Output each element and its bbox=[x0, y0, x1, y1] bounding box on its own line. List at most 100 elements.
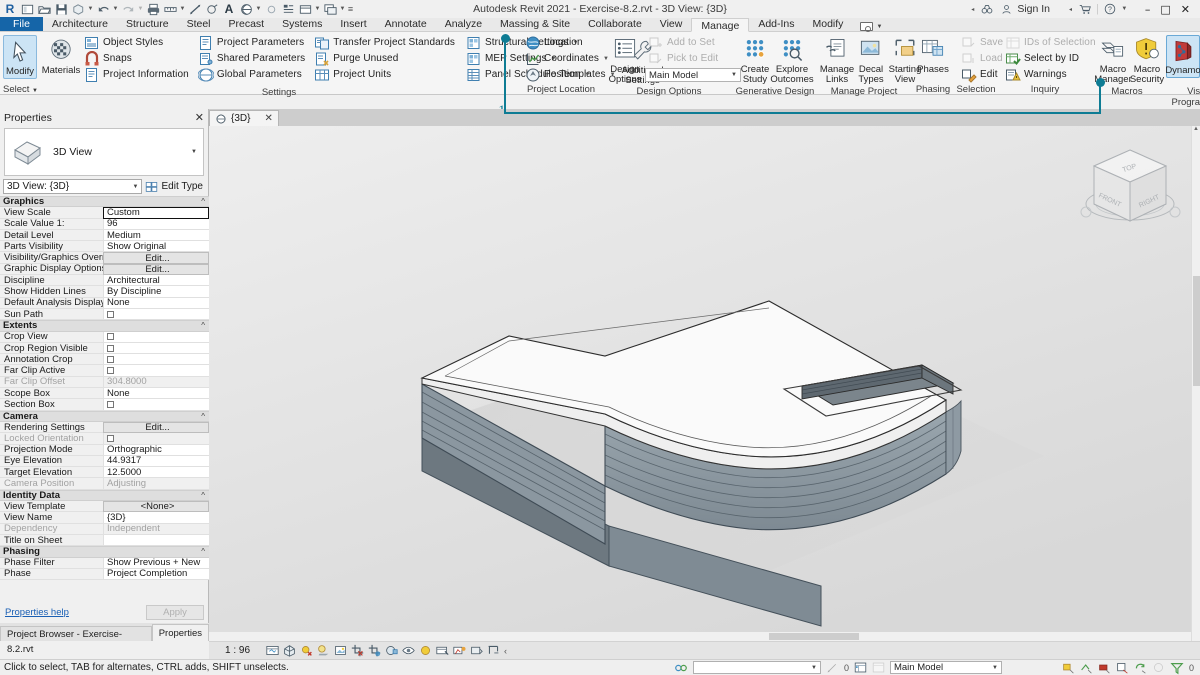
property-value[interactable]: Custom bbox=[103, 207, 209, 218]
property-row-detail-level[interactable]: Detail LevelMedium bbox=[0, 230, 209, 241]
property-row-graphic-display-options[interactable]: Graphic Display OptionsEdit... bbox=[0, 264, 209, 275]
property-row-crop-region-visible[interactable]: Crop Region Visible bbox=[0, 343, 209, 354]
canvas-horizontal-scrollbar[interactable] bbox=[209, 632, 1191, 641]
document-tab-bar[interactable]: {3D} ✕ bbox=[209, 109, 1200, 126]
tab-annotate[interactable]: Annotate bbox=[376, 17, 436, 31]
tab-collaborate[interactable]: Collaborate bbox=[579, 17, 651, 31]
chevron-down-icon[interactable]: ▼ bbox=[584, 72, 590, 78]
view-dropdown-caret[interactable]: ▼ bbox=[255, 6, 262, 12]
scroll-thumb-horizontal[interactable] bbox=[769, 633, 859, 640]
detail-level-icon[interactable] bbox=[266, 644, 279, 657]
ribbon-display-options[interactable]: ▼ bbox=[852, 22, 890, 31]
warnings-button[interactable]: Warnings bbox=[1002, 67, 1099, 82]
active-workset-combo[interactable]: Main Model ▼ bbox=[890, 661, 1002, 674]
chevron-down-icon[interactable]: ▼ bbox=[992, 665, 998, 671]
help-icon[interactable]: ? bbox=[1102, 1, 1118, 17]
property-checkbox-cell[interactable] bbox=[103, 332, 209, 343]
property-row-target-elevation[interactable]: Target Elevation12.5000 bbox=[0, 467, 209, 478]
measure-dropdown-caret[interactable]: ▼ bbox=[179, 6, 186, 12]
property-edit-button[interactable]: Edit... bbox=[103, 422, 209, 433]
aligned-dimension-icon[interactable] bbox=[187, 1, 203, 17]
switch-windows-icon[interactable] bbox=[322, 1, 338, 17]
search-binoculars-icon[interactable] bbox=[979, 1, 995, 17]
property-row-section-box[interactable]: Section Box bbox=[0, 399, 209, 410]
close-hidden-windows-icon[interactable] bbox=[297, 1, 313, 17]
tag-icon[interactable] bbox=[204, 1, 220, 17]
property-row-scope-box[interactable]: Scope BoxNone bbox=[0, 388, 209, 399]
property-row-rendering-settings[interactable]: Rendering SettingsEdit... bbox=[0, 422, 209, 433]
reveal-hidden-elements-icon[interactable] bbox=[419, 644, 432, 657]
tab-systems[interactable]: Systems bbox=[273, 17, 331, 31]
type-selector-combo[interactable]: 3D View: {3D} ▼ bbox=[3, 179, 142, 194]
chevron-down-icon[interactable]: ▼ bbox=[876, 24, 882, 30]
tab-insert[interactable]: Insert bbox=[331, 17, 375, 31]
chevron-down-icon[interactable]: ▼ bbox=[191, 149, 197, 155]
close-button[interactable]: ✕ bbox=[1181, 3, 1190, 16]
property-value[interactable] bbox=[103, 535, 209, 546]
property-value[interactable]: {3D} bbox=[103, 512, 209, 523]
sun-path-icon[interactable] bbox=[300, 644, 313, 657]
far-clip-active-checkbox[interactable] bbox=[107, 367, 114, 374]
press-drag-icon[interactable] bbox=[674, 661, 688, 675]
constraints-icon[interactable] bbox=[470, 644, 483, 657]
property-row-phase-filter[interactable]: Phase FilterShow Previous + New bbox=[0, 558, 209, 569]
shadows-icon[interactable] bbox=[317, 644, 330, 657]
crop-view-icon[interactable] bbox=[351, 644, 364, 657]
chevron-down-icon[interactable]: ▼ bbox=[811, 665, 817, 671]
edit-type-button[interactable]: Edit Type bbox=[145, 180, 205, 193]
property-checkbox-cell[interactable] bbox=[103, 365, 209, 376]
view-scale-label[interactable]: 1 : 96 bbox=[225, 645, 250, 656]
project-units-button[interactable]: Project Units bbox=[311, 67, 458, 82]
property-row-eye-elevation[interactable]: Eye Elevation44.9317 bbox=[0, 456, 209, 467]
minimize-button[interactable]: – bbox=[1145, 3, 1151, 16]
chevron-down-icon[interactable]: ▼ bbox=[133, 184, 139, 190]
create-study-button[interactable]: Create Study bbox=[738, 35, 772, 86]
canvas-vertical-scrollbar[interactable]: ▲ bbox=[1191, 126, 1200, 641]
window-controls[interactable]: – □ ✕ bbox=[1131, 3, 1196, 16]
redo-icon[interactable] bbox=[120, 1, 136, 17]
not-editable-icon[interactable] bbox=[1116, 661, 1129, 674]
annotation-crop-checkbox[interactable] bbox=[107, 356, 114, 363]
thin-lines-icon[interactable] bbox=[280, 1, 296, 17]
phases-button[interactable]: Phases bbox=[916, 35, 950, 76]
reveal-constraints-icon[interactable] bbox=[487, 644, 500, 657]
rendering-dialog-icon[interactable] bbox=[334, 644, 347, 657]
manage-links-button[interactable]: Manage Links bbox=[820, 35, 854, 86]
snaps-button[interactable]: Snaps bbox=[81, 51, 192, 66]
tab-architecture[interactable]: Architecture bbox=[43, 17, 117, 31]
tab-file[interactable]: File bbox=[0, 17, 43, 31]
filter-icon[interactable] bbox=[1170, 661, 1184, 675]
property-row-sun-path[interactable]: Sun Path bbox=[0, 309, 209, 320]
analytical-model-icon[interactable] bbox=[453, 644, 466, 657]
transfer-project-standards-button[interactable]: Transfer Project Standards bbox=[311, 35, 458, 50]
property-group-identity-data[interactable]: Identity Data^ bbox=[0, 490, 209, 501]
project-information-button[interactable]: Project Information bbox=[81, 67, 192, 82]
temporary-view-properties-icon[interactable] bbox=[436, 644, 449, 657]
view-control-more-icon[interactable]: ‹ bbox=[504, 646, 507, 656]
tab-precast[interactable]: Precast bbox=[220, 17, 274, 31]
property-value[interactable]: 96 bbox=[103, 219, 209, 230]
undo-dropdown-caret[interactable]: ▼ bbox=[112, 6, 119, 12]
property-row-title-on-sheet[interactable]: Title on Sheet bbox=[0, 535, 209, 546]
scroll-thumb-vertical[interactable] bbox=[1193, 276, 1200, 386]
property-row-crop-view[interactable]: Crop View bbox=[0, 332, 209, 343]
property-row-phase[interactable]: PhaseProject Completion bbox=[0, 569, 209, 580]
property-row-view-name[interactable]: View Name{3D} bbox=[0, 512, 209, 523]
property-row-view-scale[interactable]: View ScaleCustom bbox=[0, 207, 209, 218]
temporary-hide-isolate-icon[interactable] bbox=[402, 644, 415, 657]
close-icon[interactable]: ✕ bbox=[264, 113, 272, 124]
autodesk-app-store-icon[interactable] bbox=[1077, 1, 1093, 17]
coordinates-button[interactable]: Coordinates ▼ bbox=[522, 51, 612, 66]
help-dropdown-caret[interactable]: ▼ bbox=[1121, 6, 1128, 12]
property-value[interactable]: 44.9317 bbox=[103, 456, 209, 467]
property-edit-button[interactable]: Edit... bbox=[103, 264, 209, 275]
redo-dropdown-caret[interactable]: ▼ bbox=[137, 6, 144, 12]
property-value[interactable]: Show Previous + New bbox=[103, 558, 209, 569]
collapse-icon[interactable]: ^ bbox=[201, 547, 205, 556]
worksets-filter-combo[interactable]: ▼ bbox=[693, 661, 821, 674]
property-value[interactable]: Project Completion bbox=[103, 569, 209, 580]
properties-help-link[interactable]: Properties help bbox=[5, 607, 69, 618]
sign-in-avatar-icon[interactable] bbox=[998, 1, 1014, 17]
3d-model-viewport[interactable]: TOP FRONT RIGHT bbox=[209, 126, 1200, 641]
view-tab-3d[interactable]: {3D} ✕ bbox=[209, 110, 279, 126]
